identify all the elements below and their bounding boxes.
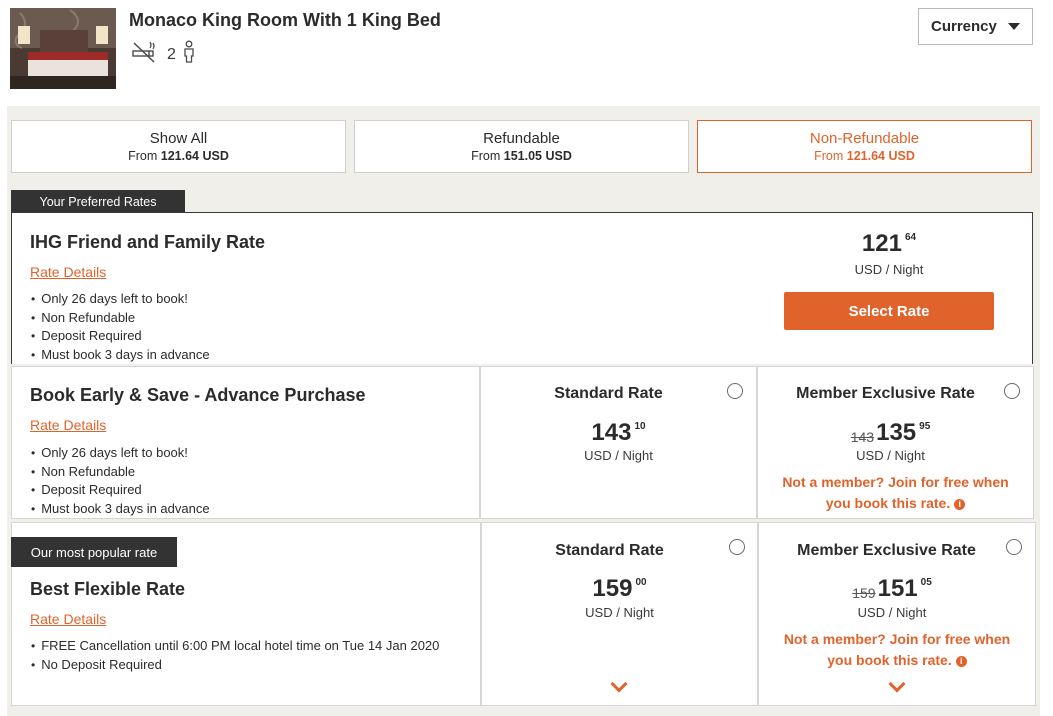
rate-details-link[interactable]: Rate Details [30,264,106,280]
price-cents: 10 [634,421,646,432]
currency-dropdown[interactable]: Currency [918,8,1033,45]
member-rate-title: Member Exclusive Rate [797,542,976,559]
tab-label: Show All [149,130,208,147]
rate-name: IHG Friend and Family Rate [30,232,266,252]
standard-rate-radio[interactable] [727,383,743,399]
tab-show-all[interactable]: Show All From 121.64 USD [11,120,346,173]
price: 159 00 [481,577,758,601]
tab-non-refundable[interactable]: Non-Refundable From 121.64 USD [697,120,1032,173]
member-msg-line: Not a member? Join for free when [783,631,1011,647]
price-cents: 00 [635,577,647,588]
room-title: Monaco King Room With 1 King Bed [129,10,441,30]
info-icon[interactable]: i [955,656,967,667]
list-item: No Deposit Required [31,656,439,675]
list-item: Only 26 days left to book! [31,444,210,463]
occupancy-count: 2 [167,45,176,63]
member-msg-line-2: you book this rate. i [758,650,1036,671]
tab-from: From 121.64 USD [128,149,229,163]
member-rate-radio[interactable] [1004,383,1020,399]
tab-from: From 121.64 USD [814,149,915,163]
info-icon[interactable]: i [954,499,966,510]
list-item: FREE Cancellation until 6:00 PM local ho… [31,637,439,656]
member-msg-line: Not a member? Join for free when [782,474,1009,490]
standard-rate-radio[interactable] [729,539,745,555]
room-amenities: 2 [131,40,196,69]
chevron-down-icon [1008,23,1020,30]
price-cents: 64 [904,232,917,243]
price-whole: 159 [592,575,633,602]
price-whole: 135 [876,419,917,446]
original-price: 159 [852,585,876,601]
price: 121 64 [784,232,994,256]
preferred-rates-tag: Your Preferred Rates [11,190,185,213]
rate-conditions: Only 26 days left to book! Non Refundabl… [31,290,210,365]
member-join-message[interactable]: Not a member? Join for free when you boo… [757,472,1034,514]
list-item: Must book 3 days in advance [31,500,209,519]
list-item: Non Refundable [31,309,210,328]
tab-label: Non-Refundable [809,130,920,147]
tab-from: From 151.05 USD [471,149,572,163]
currency-label: Currency [931,18,997,35]
no-smoking-icon [131,40,157,69]
price-whole: 151 [877,575,918,602]
original-price: 143 [850,429,875,445]
rate-details-link[interactable]: Rate Details [30,417,106,433]
price-unit: USD / Night [584,448,653,463]
price: 159 151 05 [758,577,1026,605]
standard-rate-title: Standard Rate [555,542,664,559]
list-item: Only 26 days left to book! [31,290,210,309]
price-whole: 121 [861,230,902,257]
room-photo [10,8,116,89]
member-rate-title: Member Exclusive Rate [796,385,975,402]
list-item: Deposit Required [31,481,210,500]
list-item: Must book 3 days in advance [31,346,209,365]
price: 143 135 95 [757,421,1024,449]
rate-name: Book Early & Save - Advance Purchase [30,385,366,405]
price-unit: USD / Night [854,262,924,277]
member-join-message[interactable]: Not a member? Join for free when you boo… [758,629,1036,671]
price-unit: USD / Night [856,448,925,463]
popular-rate-tag: Our most popular rate [11,537,177,567]
list-item: Non Refundable [31,463,210,482]
price-cents: 05 [920,577,932,588]
tab-label: Refundable [483,130,560,147]
person-icon [182,40,196,69]
rate-conditions: FREE Cancellation until 6:00 PM local ho… [31,637,439,674]
tab-refundable[interactable]: Refundable From 151.05 USD [354,120,689,173]
select-rate-button[interactable]: Select Rate [784,292,994,330]
member-rate-radio[interactable] [1006,539,1022,555]
price-whole: 143 [591,419,632,446]
rate-conditions: Only 26 days left to book! Non Refundabl… [31,444,210,519]
member-msg-line-2: you book this rate. i [757,493,1034,514]
list-item: Deposit Required [31,327,210,346]
standard-rate-title: Standard Rate [554,385,663,402]
rate-details-link[interactable]: Rate Details [30,611,106,627]
price-unit: USD / Night [857,605,927,620]
price-cents: 95 [919,421,931,432]
price: 143 10 [480,421,757,445]
price-unit: USD / Night [585,605,654,620]
rate-name: Best Flexible Rate [30,579,186,599]
